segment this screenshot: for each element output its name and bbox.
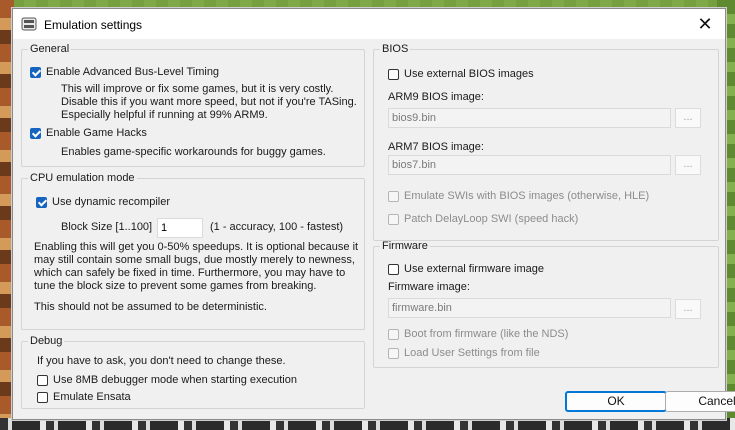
bios-legend: BIOS [382,43,409,55]
firmware-browse-button[interactable]: ... [675,299,701,319]
dynarec-checkbox[interactable]: Use dynamic recompiler [36,196,170,208]
ok-button[interactable]: OK [565,391,667,412]
arm9-bios-input[interactable] [388,108,671,128]
dynarec-label: Use dynamic recompiler [52,196,170,208]
checkbox-unchecked-icon [37,374,48,386]
checkbox-unchecked-icon [37,391,48,403]
boot-from-firmware-checkbox[interactable]: Boot from firmware (like the NDS) [388,328,568,340]
bus-timing-note-1: This will improve or fix some games, but… [61,83,334,95]
checkbox-disabled-icon [388,328,399,340]
block-size-input[interactable] [157,218,203,238]
arm9-bios-label: ARM9 BIOS image: [388,91,484,103]
use-external-bios-checkbox[interactable]: Use external BIOS images [388,68,534,80]
debug-note: If you have to ask, you don't need to ch… [37,355,286,367]
patch-delayloop-label: Patch DelayLoop SWI (speed hack) [404,213,579,225]
emulate-swi-label: Emulate SWIs with BIOS images (otherwise… [404,190,650,202]
title-bar: Emulation settings ✕ [13,9,725,39]
debugger-8mb-label: Use 8MB debugger mode when starting exec… [53,374,297,386]
checkbox-disabled-icon [388,213,399,225]
bus-timing-note-3: Especially helpful if running at 99% ARM… [61,109,268,121]
checkbox-unchecked-icon [388,68,399,80]
emulate-swi-checkbox[interactable]: Emulate SWIs with BIOS images (otherwise… [388,190,649,202]
checkbox-disabled-icon [388,190,399,202]
firmware-legend: Firmware [382,240,428,252]
load-user-settings-checkbox[interactable]: Load User Settings from file [388,347,540,359]
bus-timing-label: Enable Advanced Bus-Level Timing [46,66,220,78]
dynarec-description-1: Enabling this will get you 0-50% speedup… [34,241,359,253]
arm7-bios-input[interactable] [388,155,671,175]
firmware-image-label: Firmware image: [388,281,470,293]
checkbox-unchecked-icon [388,263,399,275]
load-user-settings-label: Load User Settings from file [404,347,540,359]
close-icon: ✕ [697,13,713,34]
checkbox-checked-icon [30,127,41,139]
dynarec-description-4: tune the block size to prevent some game… [34,280,317,292]
arm7-bios-label: ARM7 BIOS image: [388,141,484,153]
dynarec-warning: This should not be assumed to be determi… [34,301,267,313]
app-icon [21,17,37,31]
checkbox-checked-icon [30,66,41,78]
arm7-browse-button[interactable]: ... [675,155,701,175]
game-hacks-label: Enable Game Hacks [46,127,147,139]
arm9-browse-button[interactable]: ... [675,108,701,128]
general-legend: General [30,43,70,55]
cpu-legend: CPU emulation mode [30,172,135,184]
checkbox-disabled-icon [388,347,399,359]
use-external-bios-label: Use external BIOS images [404,68,534,80]
dynarec-description-3: which can safely be fixed in time. Furth… [34,267,346,279]
bus-timing-note-2: Disable this if you want more speed, but… [61,96,357,108]
cancel-button[interactable]: Cancel [665,391,735,412]
checkbox-checked-icon [36,196,47,208]
use-external-firmware-label: Use external firmware image [404,263,544,275]
game-hacks-note: Enables game-specific workarounds for bu… [61,146,326,158]
patch-delayloop-checkbox[interactable]: Patch DelayLoop SWI (speed hack) [388,213,578,225]
firmware-image-input[interactable] [388,298,671,318]
window-title: Emulation settings [44,18,143,32]
close-button[interactable]: ✕ [685,9,725,39]
block-size-hint: (1 - accuracy, 100 - fastest) [210,221,344,233]
emulation-settings-dialog: Emulation settings ✕ General Enable Adva… [12,8,735,420]
bus-timing-checkbox[interactable]: Enable Advanced Bus-Level Timing [30,66,219,78]
dynarec-description-2: may still contain some small bugs, due m… [34,254,355,266]
debug-legend: Debug [30,335,63,347]
boot-from-firmware-label: Boot from firmware (like the NDS) [404,328,569,340]
ensata-checkbox[interactable]: Emulate Ensata [37,391,131,403]
debugger-8mb-checkbox[interactable]: Use 8MB debugger mode when starting exec… [37,374,297,386]
ensata-label: Emulate Ensata [53,391,131,403]
use-external-firmware-checkbox[interactable]: Use external firmware image [388,263,544,275]
game-hacks-checkbox[interactable]: Enable Game Hacks [30,127,147,139]
block-size-label: Block Size [1..100] [61,221,153,233]
